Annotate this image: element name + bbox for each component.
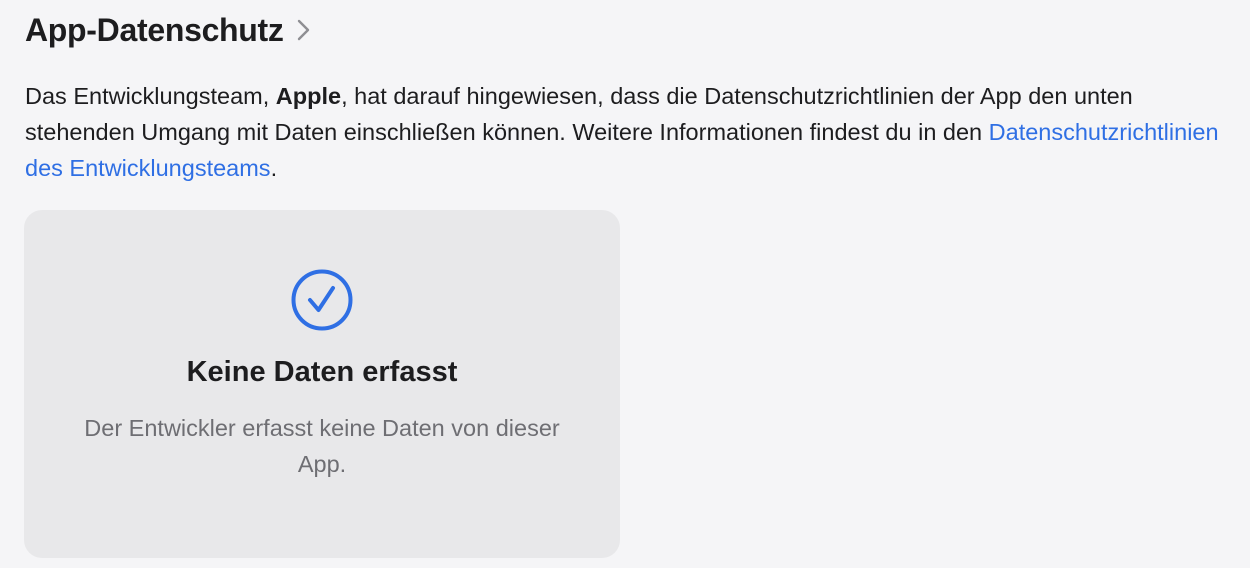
checkmark-circle-icon — [291, 269, 353, 331]
page-title: App-Datenschutz — [25, 11, 284, 48]
description-text-start: Das Entwicklungsteam, — [25, 83, 276, 109]
no-data-collected-card: Keine Daten erfasst Der Entwickler erfas… — [24, 210, 620, 558]
card-title: Keine Daten erfasst — [186, 356, 458, 388]
developer-name: Apple — [275, 83, 342, 109]
card-description: Der Entwickler erfasst keine Daten von d… — [84, 415, 560, 477]
privacy-header-link[interactable]: App-Datenschutz — [25, 8, 312, 52]
chevron-right-icon — [297, 19, 309, 41]
privacy-description: Das Entwicklungsteam, Apple, hat darauf … — [25, 78, 1240, 186]
description-text-end: . — [270, 155, 278, 181]
